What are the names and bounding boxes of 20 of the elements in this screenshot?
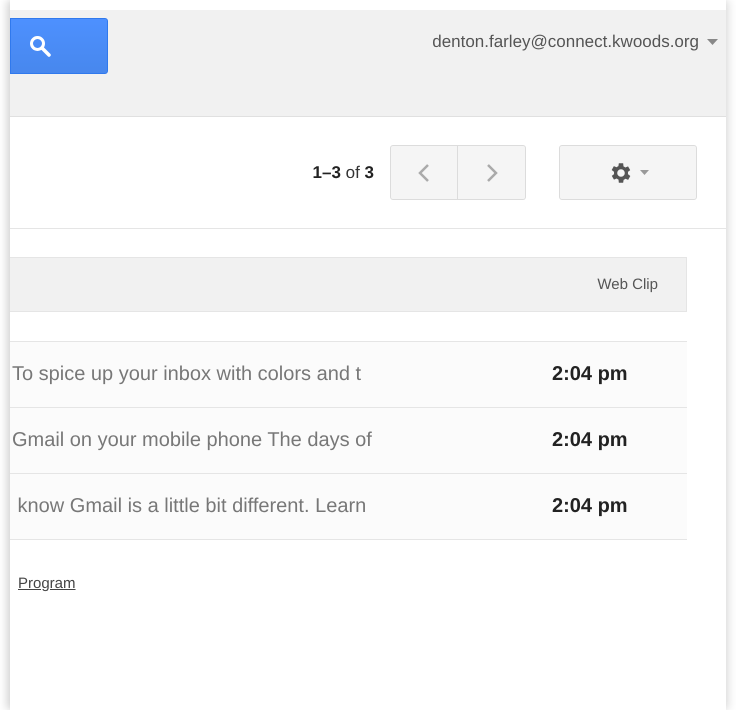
web-clip-label: Web Clip: [597, 276, 658, 293]
search-button[interactable]: [10, 18, 108, 74]
message-row[interactable]: know Gmail is a little bit different. Learn 2:04 pm: [10, 474, 687, 540]
caret-icon: [640, 170, 648, 175]
caret-icon: [707, 39, 718, 45]
chevron-right-icon: [486, 162, 498, 182]
account-menu[interactable]: denton.farley@connect.kwoods.org: [432, 32, 718, 52]
message-snippet: To spice up your inbox with colors and t: [11, 363, 362, 386]
page-range: 1–3 of 3: [312, 162, 374, 182]
chevron-left-icon: [418, 162, 430, 182]
message-row[interactable]: To spice up your inbox with colors and t 2:04 pm: [10, 342, 687, 408]
message-time: 2:04 pm: [552, 495, 628, 518]
message-time: 2:04 pm: [552, 429, 628, 452]
message-snippet: know Gmail is a little bit different. Learn: [16, 495, 368, 518]
settings-button[interactable]: [559, 145, 697, 200]
message-time: 2:04 pm: [552, 363, 628, 386]
message-snippet: Gmail on your mobile phone The days of: [11, 429, 373, 452]
message-row[interactable]: Gmail on your mobile phone The days of 2:04 pm: [10, 408, 687, 474]
search-icon: [29, 35, 51, 57]
program-link[interactable]: Program: [18, 575, 76, 592]
